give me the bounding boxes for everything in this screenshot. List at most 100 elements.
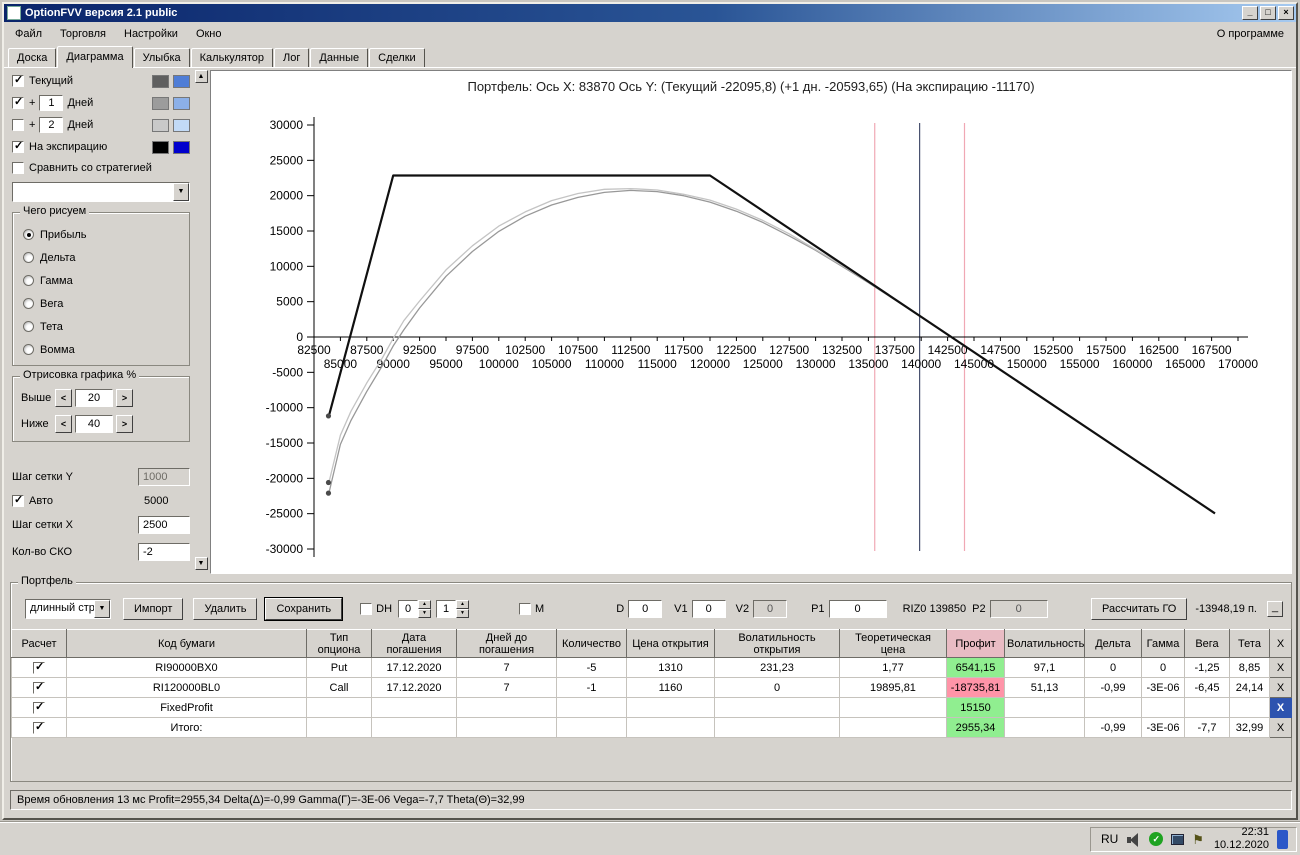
- language-indicator[interactable]: RU: [1101, 832, 1118, 846]
- radio-icon[interactable]: [23, 275, 34, 286]
- save-button[interactable]: Сохранить: [265, 598, 342, 620]
- minimize-button[interactable]: _: [1242, 6, 1258, 20]
- radio-option-Тета[interactable]: Тета: [17, 315, 185, 338]
- column-header-Расчет[interactable]: Расчет: [12, 630, 67, 658]
- taskbar[interactable]: RU ✓ ⚑ 22:31 10.12.2020: [0, 822, 1300, 855]
- sidebar-scrollbar[interactable]: ▲ ▼: [194, 70, 208, 570]
- dh-spinner-1[interactable]: 0 ▲ ▼: [398, 600, 431, 618]
- radio-option-Прибыль[interactable]: Прибыль: [17, 223, 185, 246]
- more-button[interactable]: _: [1267, 601, 1283, 617]
- column-header-Код бумаги[interactable]: Код бумаги: [67, 630, 307, 658]
- column-header-X[interactable]: X: [1270, 630, 1292, 658]
- auto-grid-checkbox[interactable]: [12, 495, 24, 507]
- column-header-Теоретическая цена[interactable]: Теоретическая цена: [840, 630, 947, 658]
- grid-step-x-input[interactable]: 2500: [138, 516, 190, 534]
- spin-up-icon[interactable]: ▲: [456, 600, 469, 609]
- row-calc-checkbox[interactable]: [33, 682, 45, 694]
- range-value-input[interactable]: 40: [75, 415, 113, 433]
- strategy-compare-combobox[interactable]: ▼: [12, 182, 190, 202]
- maximize-button[interactable]: □: [1260, 6, 1276, 20]
- increase-button[interactable]: >: [116, 389, 133, 407]
- tab-Сделки[interactable]: Сделки: [369, 48, 425, 67]
- column-header-Тета[interactable]: Тета: [1230, 630, 1270, 658]
- spin-down-icon[interactable]: ▼: [418, 609, 431, 618]
- menu-about[interactable]: О программе: [1207, 24, 1294, 44]
- m-checkbox[interactable]: [519, 603, 531, 615]
- tray-corner-icon[interactable]: [1277, 830, 1288, 849]
- close-button[interactable]: ×: [1278, 6, 1294, 20]
- tab-Данные[interactable]: Данные: [310, 48, 368, 67]
- row-delete-button[interactable]: X: [1270, 658, 1292, 678]
- scroll-down-icon[interactable]: ▼: [195, 557, 208, 570]
- delete-button[interactable]: Удалить: [193, 598, 257, 620]
- column-header-Количество[interactable]: Количество: [557, 630, 627, 658]
- plus1day-days-input[interactable]: 1: [39, 95, 63, 111]
- strategy-combobox[interactable]: длинный стре ▼: [25, 599, 111, 619]
- radio-option-Гамма[interactable]: Гамма: [17, 269, 185, 292]
- dh-spinner-2[interactable]: 1 ▲ ▼: [436, 600, 469, 618]
- row-delete-button[interactable]: X: [1270, 718, 1292, 738]
- flag-icon[interactable]: ⚑: [1192, 833, 1204, 846]
- titlebar[interactable]: OptionFVV версия 2.1 public _ □ ×: [4, 4, 1296, 22]
- radio-option-Вомма[interactable]: Вомма: [17, 338, 185, 361]
- row-calc-checkbox[interactable]: [33, 722, 45, 734]
- row-delete-button[interactable]: X: [1270, 698, 1292, 718]
- decrease-button[interactable]: <: [55, 415, 72, 433]
- chevron-down-icon[interactable]: ▼: [94, 600, 110, 618]
- column-header-Дата погашения[interactable]: Дата погашения: [372, 630, 457, 658]
- portfolio-chart[interactable]: -30000-25000-20000-15000-10000-500005000…: [211, 96, 1291, 574]
- plus2day-color-swatch-2[interactable]: [173, 119, 190, 132]
- row-calc-checkbox[interactable]: [33, 702, 45, 714]
- field-d-input[interactable]: 0: [628, 600, 662, 618]
- plus2day-checkbox[interactable]: [12, 119, 24, 131]
- dh-checkbox[interactable]: [360, 603, 372, 615]
- radio-option-Вега[interactable]: Вега: [17, 292, 185, 315]
- decrease-button[interactable]: <: [55, 389, 72, 407]
- radio-option-Дельта[interactable]: Дельта: [17, 246, 185, 269]
- expiration-color-swatch-2[interactable]: [173, 141, 190, 154]
- field-p1-input[interactable]: 0: [829, 600, 887, 618]
- dh-spinner-2-value[interactable]: 1: [436, 600, 456, 618]
- radio-icon[interactable]: [23, 321, 34, 332]
- row-delete-button[interactable]: X: [1270, 678, 1292, 698]
- menu-Окно[interactable]: Окно: [187, 24, 231, 44]
- tab-Лог[interactable]: Лог: [274, 48, 309, 67]
- column-header-Профит[interactable]: Профит: [947, 630, 1005, 658]
- spin-up-icon[interactable]: ▲: [418, 600, 431, 609]
- row-calc-checkbox[interactable]: [33, 662, 45, 674]
- plus1day-color-swatch-1[interactable]: [152, 97, 169, 110]
- calc-margin-button[interactable]: Рассчитать ГО: [1091, 598, 1187, 620]
- volume-icon[interactable]: [1126, 833, 1141, 846]
- monitor-icon[interactable]: [1171, 834, 1184, 845]
- current-color-swatch-2[interactable]: [173, 75, 190, 88]
- scroll-up-icon[interactable]: ▲: [195, 70, 208, 83]
- dh-spinner-1-value[interactable]: 0: [398, 600, 418, 618]
- plus1day-color-swatch-2[interactable]: [173, 97, 190, 110]
- menu-Настройки[interactable]: Настройки: [115, 24, 187, 44]
- expiration-checkbox[interactable]: [12, 141, 24, 153]
- menu-Торговля[interactable]: Торговля: [51, 24, 115, 44]
- current-checkbox[interactable]: [12, 75, 24, 87]
- tab-Улыбка[interactable]: Улыбка: [134, 48, 190, 67]
- column-header-Дней до погашения[interactable]: Дней до погашения: [457, 630, 557, 658]
- radio-icon[interactable]: [23, 298, 34, 309]
- column-header-Цена открытия[interactable]: Цена открытия: [627, 630, 715, 658]
- field-v1-input[interactable]: 0: [692, 600, 726, 618]
- expiration-color-swatch-1[interactable]: [152, 141, 169, 154]
- plus2day-color-swatch-1[interactable]: [152, 119, 169, 132]
- compare-strategy-checkbox[interactable]: [12, 162, 24, 174]
- increase-button[interactable]: >: [116, 415, 133, 433]
- menu-Файл[interactable]: Файл: [6, 24, 51, 44]
- chevron-down-icon[interactable]: ▼: [173, 183, 189, 201]
- column-header-Вега[interactable]: Вега: [1185, 630, 1230, 658]
- column-header-Дельта[interactable]: Дельта: [1085, 630, 1142, 658]
- radio-icon[interactable]: [23, 252, 34, 263]
- column-header-Тип опциона[interactable]: Тип опциона: [307, 630, 372, 658]
- column-header-Волатильность[interactable]: Волатильность: [1005, 630, 1085, 658]
- plus1day-checkbox[interactable]: [12, 97, 24, 109]
- sko-count-input[interactable]: -2: [138, 543, 190, 561]
- tab-Доска[interactable]: Доска: [8, 48, 56, 67]
- tab-Калькулятор[interactable]: Калькулятор: [191, 48, 273, 67]
- import-button[interactable]: Импорт: [123, 598, 183, 620]
- plus2day-days-input[interactable]: 2: [39, 117, 63, 133]
